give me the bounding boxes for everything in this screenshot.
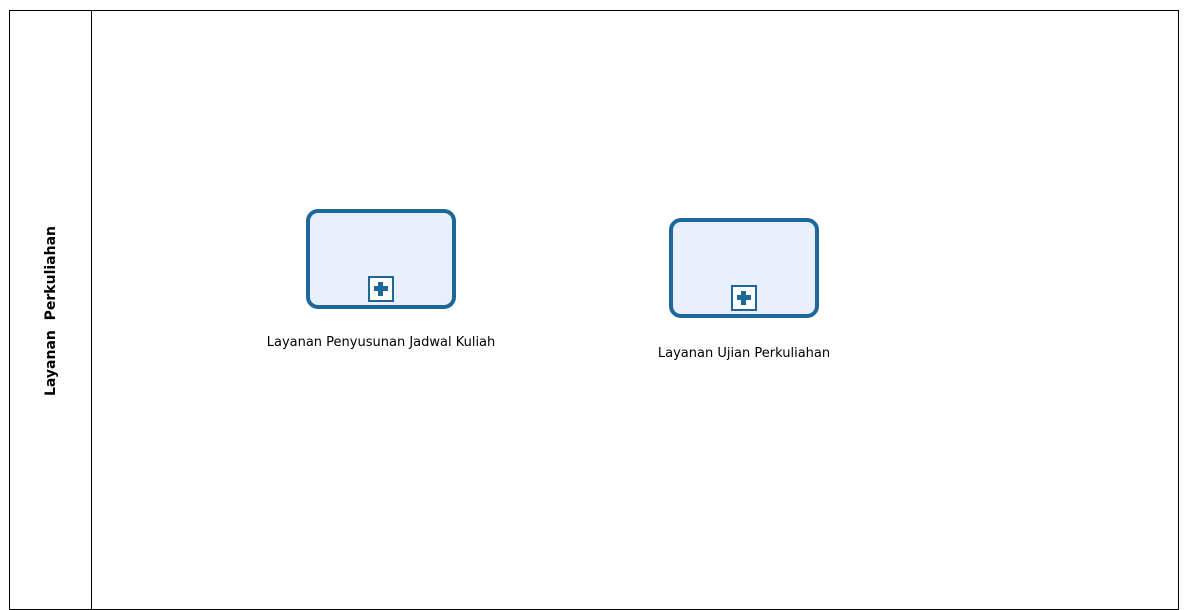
expand-plus-icon[interactable] xyxy=(368,276,394,302)
lane-header[interactable]: Layanan Perkuliahan xyxy=(10,11,92,609)
subprocess-task-penyusunan-jadwal[interactable] xyxy=(306,209,456,309)
pool: Layanan Perkuliahan xyxy=(9,10,1179,610)
expand-plus-icon[interactable] xyxy=(731,285,757,311)
task-label-penyusunan-jadwal: Layanan Penyusunan Jadwal Kuliah xyxy=(266,335,496,350)
lane-label: Layanan Perkuliahan xyxy=(43,225,59,397)
task-label-ujian-perkuliahan: Layanan Ujian Perkuliahan xyxy=(657,346,831,361)
subprocess-task-ujian-perkuliahan[interactable] xyxy=(669,218,819,318)
